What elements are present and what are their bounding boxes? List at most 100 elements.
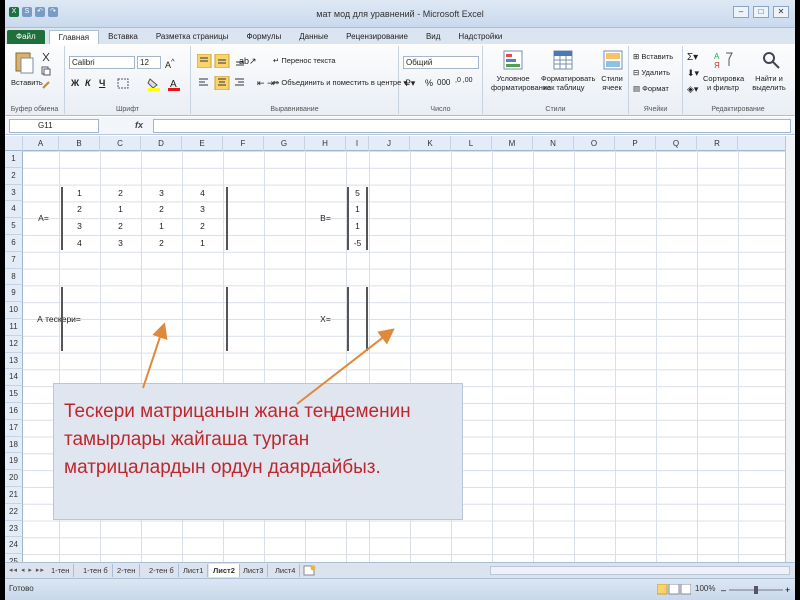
view-mode-icons[interactable]: [657, 584, 691, 596]
fill-color-icon[interactable]: [147, 77, 161, 91]
sheet-tab[interactable]: Лист1: [179, 564, 209, 577]
tab-page-layout[interactable]: Разметка страницы: [147, 30, 238, 44]
alignment-label: Выравнивание: [270, 106, 319, 113]
find-select-button[interactable]: Найти и выделить: [749, 74, 789, 92]
font-name-select[interactable]: Calibri: [69, 56, 135, 69]
wrap-text-button[interactable]: ↵ Перенос текста: [273, 56, 336, 65]
cell-styles-button[interactable]: Стили ячеек: [597, 74, 627, 92]
tab-insert[interactable]: Вставка: [99, 30, 147, 44]
borders-icon[interactable]: [117, 78, 131, 90]
name-box[interactable]: G11: [9, 119, 99, 133]
editing-group: Σ▾ ⬇▾ ◈▾ АЯ Сортировка и фильтр Найти и вы…: [683, 46, 793, 114]
format-cells-icon: ▤: [633, 84, 643, 93]
sheet-tab[interactable]: 2-тен: [113, 564, 141, 577]
arrow-to-x: [296, 328, 395, 405]
italic-button[interactable]: К: [85, 78, 91, 88]
underline-button[interactable]: Ч: [99, 78, 105, 88]
thousands-button[interactable]: 000: [437, 78, 450, 87]
window-controls: – □ ✕: [733, 6, 789, 18]
merge-label: Объединить и поместить в центре: [281, 78, 402, 87]
number-format-select[interactable]: Общий: [403, 56, 479, 69]
wrap-text-label: Перенос текста: [281, 56, 336, 65]
sheet-nav-icons[interactable]: ◂◂ ◂ ▸ ▸▸: [9, 566, 45, 574]
insert-cells-label: Вставить: [641, 52, 674, 61]
styles-label: Стили: [545, 106, 566, 113]
horizontal-scrollbar[interactable]: [490, 566, 790, 575]
pointer-arrows: [142, 322, 395, 405]
format-table-icon: [553, 50, 573, 70]
conditional-format-button[interactable]: Условное форматирование: [491, 74, 552, 92]
ribbon-tabs: Файл Главная Вставка Разметка страницы Ф…: [5, 28, 795, 44]
copy-icon[interactable]: [41, 66, 51, 76]
indent-icon[interactable]: ⇤ ⇥: [257, 78, 275, 89]
formula-input[interactable]: [153, 119, 791, 133]
new-sheet-icon[interactable]: [303, 565, 317, 578]
font-size-select[interactable]: 12: [137, 56, 161, 69]
orientation-icon[interactable]: ab↗: [239, 56, 257, 67]
ribbon: Вставить Буфер обмена Calibri 12 A^ Ж К …: [5, 44, 795, 116]
sort-filter-button[interactable]: Сортировка и фильтр: [703, 74, 744, 92]
tab-file[interactable]: Файл: [7, 30, 45, 44]
format-table-label-2: как таблицу: [543, 83, 585, 92]
sheet-tab[interactable]: 1-тен: [47, 564, 75, 577]
tab-home[interactable]: Главная: [48, 30, 100, 44]
format-painter-icon[interactable]: [41, 80, 51, 90]
cells-group: ⊞ Вставить ⊟ Удалить ▤ Формат Ячейки: [629, 46, 683, 114]
editing-label: Редактирование: [711, 106, 765, 113]
sheet-tab[interactable]: 2-тен б: [145, 564, 179, 577]
worksheet[interactable]: ABCDEFGHIJKLMNOPQR 1 2 3 4 5 6 7 8 9 10 11 12 13 14 15…: [5, 136, 795, 562]
sort-filter-icon: АЯ: [714, 52, 733, 70]
delete-cells-button[interactable]: ⊟ Удалить: [633, 68, 670, 77]
format-table-label-1: Форматировать: [541, 74, 596, 83]
insert-cells-button[interactable]: ⊞ Вставить: [633, 52, 673, 61]
sheet-tab[interactable]: Лист4: [271, 564, 301, 577]
merge-center-button[interactable]: ⇹ Объединить и поместить в центре ▾: [273, 78, 407, 87]
bold-button[interactable]: Ж: [71, 78, 79, 88]
grow-font-icon[interactable]: A^: [165, 57, 175, 70]
sheet-tab[interactable]: Лист3: [239, 564, 269, 577]
find-label-1: Найти и: [755, 74, 783, 83]
maximize-button[interactable]: □: [753, 6, 769, 18]
tab-data[interactable]: Данные: [290, 30, 337, 44]
cell-styles-icon: [603, 50, 623, 70]
tab-addins[interactable]: Надстройки: [449, 30, 511, 44]
alignment-group: ab↗ ⇤ ⇥ ↵ Перенос текста ⇹ Объединить и …: [191, 46, 407, 114]
tab-view[interactable]: Вид: [417, 30, 449, 44]
vertical-scrollbar[interactable]: [785, 136, 795, 562]
sheet-tab[interactable]: 1-тен б: [79, 564, 113, 577]
cell-styles-label-1: Стили: [601, 74, 623, 83]
horizontal-align-icons[interactable]: [197, 76, 251, 90]
autosum-icon[interactable]: Σ▾: [687, 52, 698, 63]
font-color-icon[interactable]: A: [167, 77, 181, 91]
conditional-format-label-2: форматирование: [491, 83, 552, 92]
paste-icon[interactable]: [13, 50, 35, 74]
clear-icon[interactable]: ◈▾: [687, 84, 698, 95]
close-button[interactable]: ✕: [773, 6, 789, 18]
delete-cells-label: Удалить: [641, 68, 671, 77]
fill-icon[interactable]: ⬇▾: [687, 68, 699, 79]
status-bar: Готово 100% – +: [5, 578, 795, 600]
tab-formulas[interactable]: Формулы: [237, 30, 290, 44]
sheet-tab[interactable]: Лист2: [209, 564, 240, 577]
minimize-button[interactable]: –: [733, 6, 749, 18]
svg-text:Я: Я: [714, 61, 720, 70]
window-title: мат мод для уравнений - Microsoft Excel: [316, 9, 484, 19]
excel-window: X S ↶ ↷ мат мод для уравнений - Microsof…: [5, 0, 795, 600]
conditional-format-icon: [503, 50, 523, 70]
percent-button[interactable]: %: [425, 78, 433, 88]
clipboard-group: Вставить Буфер обмена: [5, 46, 65, 114]
format-as-table-button[interactable]: Форматировать как таблицу: [541, 74, 596, 92]
sort-label-2: и фильтр: [707, 83, 739, 92]
number-group: Общий ₽▾ % 000 ,0 ,00 Число: [399, 46, 483, 114]
svg-text:А: А: [714, 52, 720, 61]
cut-icon[interactable]: [41, 52, 51, 62]
tab-review[interactable]: Рецензирование: [337, 30, 417, 44]
fx-icon[interactable]: fx: [135, 120, 143, 130]
zoom-slider[interactable]: – +: [721, 585, 791, 595]
currency-icon[interactable]: ₽▾: [405, 78, 415, 89]
format-cells-button[interactable]: ▤ Формат: [633, 84, 669, 93]
paste-button[interactable]: Вставить: [11, 78, 43, 87]
decimal-icon[interactable]: ,0 ,00: [455, 77, 473, 84]
number-label: Число: [430, 106, 451, 113]
conditional-format-label-1: Условное: [496, 74, 530, 83]
